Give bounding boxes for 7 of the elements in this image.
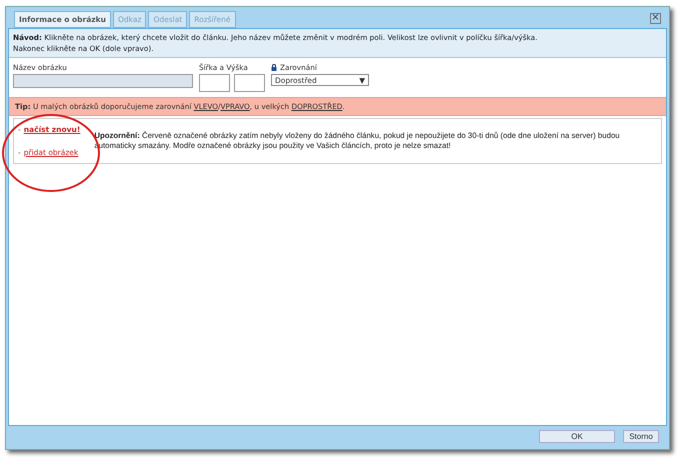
close-button[interactable]: × — [650, 13, 661, 24]
width-field[interactable] — [199, 74, 230, 92]
name-field[interactable] — [13, 74, 193, 88]
ok-button[interactable]: OK — [539, 430, 615, 443]
cancel-button[interactable]: Storno — [623, 430, 659, 443]
lock-icon[interactable] — [271, 64, 277, 71]
height-field[interactable] — [234, 74, 265, 92]
